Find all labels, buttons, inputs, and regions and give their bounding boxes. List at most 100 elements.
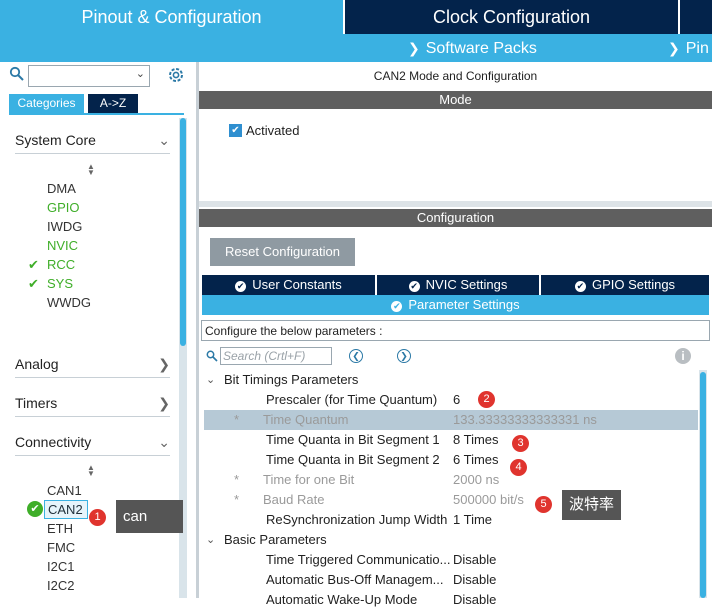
chevron-down-icon: ⌄	[158, 132, 170, 148]
list-item-dma[interactable]: DMA	[47, 179, 76, 198]
annotation-badge-3: 3	[512, 435, 529, 452]
param-value[interactable]: Disable	[453, 570, 496, 590]
search-next-icon[interactable]: ❯	[397, 349, 411, 363]
sort-icon[interactable]: ▲ ▼	[87, 464, 95, 478]
tab-parameter-settings[interactable]: ✔ Parameter Settings	[202, 295, 709, 315]
tab-nvic-settings-label: NVIC Settings	[425, 277, 508, 292]
left-scrollbar-thumb[interactable]	[180, 118, 186, 346]
param-value[interactable]: 8 Times	[453, 430, 499, 450]
search-icon	[9, 66, 25, 82]
chevron-down-icon[interactable]: ⌄	[136, 67, 145, 80]
annotation-badge-1: 1	[89, 509, 106, 526]
group-system-core-label: System Core	[15, 132, 96, 148]
check-icon: ✔	[28, 257, 39, 272]
group-timers[interactable]: Timers ❯	[15, 391, 170, 417]
tab-user-constants[interactable]: ✔ User Constants	[202, 275, 375, 295]
param-name: Automatic Bus-Off Managem...	[266, 572, 444, 587]
page-title: CAN2 Mode and Configuration	[373, 69, 538, 83]
list-item-fmc[interactable]: FMC	[47, 538, 75, 557]
activated-checkbox[interactable]: ✔	[229, 124, 242, 137]
chevron-down-icon[interactable]: ⌄	[206, 530, 215, 550]
param-value: 500000 bit/s	[453, 492, 524, 507]
group-analog-label: Analog	[15, 356, 59, 372]
pinout-menu[interactable]: ❯ Pin	[668, 34, 709, 62]
param-value[interactable]: 6 Times	[453, 450, 499, 470]
chevron-down-icon: ⌄	[158, 434, 170, 450]
readonly-star: *	[234, 472, 240, 487]
list-item-gpio[interactable]: GPIO	[47, 198, 80, 217]
group-timers-label: Timers	[15, 395, 58, 411]
gear-icon[interactable]	[166, 65, 186, 85]
param-name: ReSynchronization Jump Width	[266, 512, 448, 527]
activated-label: Activated	[246, 123, 300, 138]
param-value: 133.33333333333331 ns	[453, 412, 597, 427]
tab-gpio-settings[interactable]: ✔ GPIO Settings	[541, 275, 709, 295]
params-scrollbar-thumb[interactable]	[700, 372, 706, 598]
group-connectivity-label: Connectivity	[15, 434, 92, 450]
tab-pinout-configuration[interactable]: Pinout & Configuration	[0, 0, 343, 34]
list-item-can2[interactable]: CAN2	[48, 500, 83, 519]
software-packs-label: Software Packs	[425, 40, 537, 57]
section-separator[interactable]	[199, 201, 712, 207]
parameter-search-input[interactable]: Search (Crtl+F)	[220, 347, 332, 365]
group-system-core[interactable]: System Core ⌄	[15, 128, 170, 154]
annotation-badge-2: 2	[478, 391, 495, 408]
param-value[interactable]: 1 Time	[453, 510, 492, 530]
chevron-down-icon: ❯	[408, 40, 420, 56]
group-analog[interactable]: Analog ❯	[15, 352, 170, 378]
software-packs-menu[interactable]: ❯ Software Packs	[408, 34, 537, 62]
param-value[interactable]: Disable	[453, 550, 496, 570]
list-item-i2c1[interactable]: I2C1	[47, 557, 74, 576]
sub-toolbar	[0, 34, 712, 62]
list-item-can1[interactable]: CAN1	[47, 481, 82, 500]
param-name: Time Quanta in Bit Segment 2	[266, 452, 440, 467]
param-name: Baud Rate	[263, 492, 325, 507]
tab-user-constants-label: User Constants	[252, 277, 342, 292]
param-name: Time Quantum	[263, 412, 349, 427]
check-icon: ✔	[28, 276, 39, 291]
chevron-down-icon[interactable]: ⌄	[206, 370, 215, 390]
list-item-rcc[interactable]: RCC	[47, 255, 75, 274]
param-value[interactable]: Disable	[453, 590, 496, 610]
reset-configuration-button[interactable]: Reset Configuration	[210, 238, 355, 266]
param-name: Automatic Wake-Up Mode	[266, 592, 418, 607]
param-value: 2000 ns	[453, 472, 500, 487]
bit-timings-header[interactable]: Bit Timings Parameters	[224, 370, 358, 390]
categories-underline	[9, 113, 184, 115]
configuration-header: Configuration	[199, 209, 712, 227]
readonly-star: *	[234, 412, 240, 427]
check-circle-icon: ✔	[574, 281, 586, 292]
search-previous-icon[interactable]: ❮	[349, 349, 363, 363]
info-icon[interactable]: i	[675, 348, 691, 364]
check-circle-icon: ✔	[408, 281, 420, 292]
param-name: Time for one Bit	[263, 472, 355, 487]
list-item-sys[interactable]: SYS	[47, 274, 73, 293]
list-item-i2c2[interactable]: I2C2	[47, 576, 74, 595]
chevron-down-icon: ❯	[668, 40, 680, 56]
panel-splitter[interactable]	[196, 62, 199, 598]
param-value[interactable]: 6	[453, 390, 460, 410]
tab-nvic-settings[interactable]: ✔ NVIC Settings	[377, 275, 539, 295]
check-circle-icon: ✔	[235, 281, 247, 292]
list-item-nvic[interactable]: NVIC	[47, 236, 78, 255]
list-item-wwdg[interactable]: WWDG	[47, 293, 91, 312]
list-item-iwdg[interactable]: IWDG	[47, 217, 82, 236]
tab-parameter-settings-label: Parameter Settings	[408, 297, 520, 312]
check-circle-icon: ✔	[391, 301, 403, 312]
az-button[interactable]: A->Z	[88, 94, 138, 113]
tab-more[interactable]	[680, 0, 712, 34]
basic-params-header[interactable]: Basic Parameters	[224, 530, 327, 550]
mode-header: Mode	[199, 91, 712, 109]
search-icon	[206, 349, 218, 362]
param-name: Time Triggered Communicatio...	[266, 552, 451, 567]
configure-description: Configure the below parameters :	[201, 320, 710, 341]
categories-button[interactable]: Categories	[9, 94, 84, 113]
readonly-star: *	[234, 492, 240, 507]
sort-icon[interactable]: ▲ ▼	[87, 163, 95, 177]
tab-clock-configuration[interactable]: Clock Configuration	[345, 0, 678, 34]
tab-gpio-settings-label: GPIO Settings	[591, 277, 676, 292]
group-connectivity[interactable]: Connectivity ⌄	[15, 430, 170, 456]
list-item-eth[interactable]: ETH	[47, 519, 73, 538]
search-input[interactable]: ⌄	[28, 65, 150, 87]
can-tooltip: can	[116, 500, 183, 533]
